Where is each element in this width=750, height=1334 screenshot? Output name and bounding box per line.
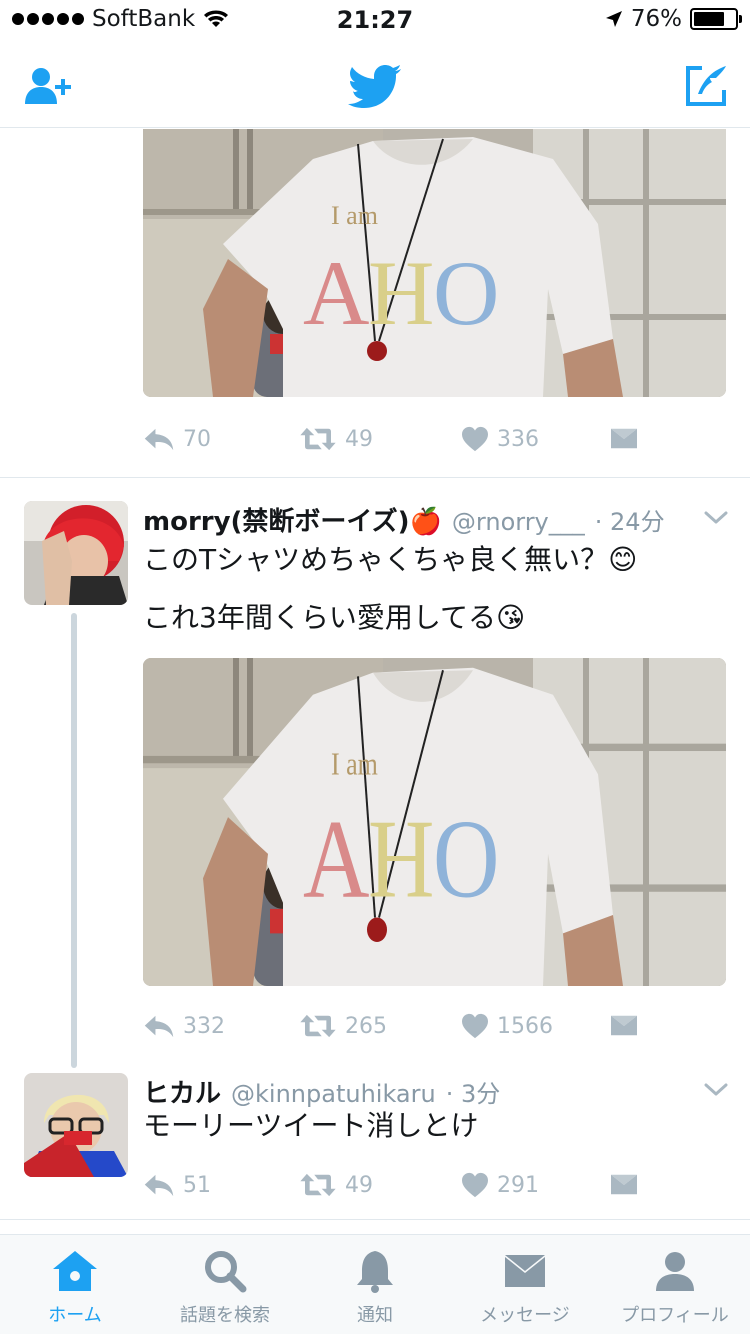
tab-search[interactable]: 話題を検索 — [150, 1235, 300, 1334]
tab-label: 通知 — [357, 1305, 393, 1326]
reply-count: 70 — [183, 426, 211, 452]
tweet-photo[interactable] — [143, 658, 726, 986]
battery-percent: 76% — [630, 6, 682, 32]
tweet-text: モーリーツイート消しとけ — [143, 1109, 479, 1142]
envelope-icon — [505, 1255, 545, 1287]
reply-count: 332 — [183, 1013, 225, 1039]
like-button[interactable]: 291 — [461, 1172, 539, 1198]
tab-label: 話題を検索 — [180, 1305, 270, 1326]
retweet-icon — [299, 1013, 337, 1039]
add-user-icon — [25, 68, 71, 104]
avatar[interactable] — [24, 1073, 128, 1177]
chevron-down-icon — [704, 511, 728, 525]
envelope-icon — [609, 1013, 639, 1039]
battery-icon — [690, 8, 742, 30]
avatar[interactable] — [24, 501, 128, 605]
retweet-count: 49 — [345, 426, 373, 452]
tab-home[interactable]: ホーム — [0, 1235, 150, 1334]
direct-message-button[interactable] — [609, 1172, 639, 1198]
tweet-divider — [0, 477, 750, 478]
envelope-icon — [609, 1172, 639, 1198]
reply-icon — [143, 1014, 175, 1039]
tweet-actions: 332 265 1566 — [143, 1006, 703, 1046]
tab-label: ホーム — [48, 1305, 102, 1326]
tab-label: プロフィール — [621, 1305, 729, 1326]
reply-icon — [143, 427, 175, 452]
twitter-bird-icon — [348, 65, 401, 108]
battery-fill — [694, 12, 725, 26]
retweet-button[interactable]: 49 — [299, 1172, 373, 1198]
reply-button[interactable]: 70 — [143, 427, 211, 452]
like-count: 1566 — [497, 1013, 553, 1039]
retweet-button[interactable]: 49 — [299, 426, 373, 452]
reply-icon — [143, 1173, 175, 1198]
status-right: 76% — [605, 6, 742, 32]
tweet-photo[interactable] — [143, 129, 726, 397]
tweet-actions: 70 49 336 — [143, 419, 703, 459]
retweet-count: 49 — [345, 1172, 373, 1198]
direct-message-button[interactable] — [609, 426, 639, 452]
like-count: 291 — [497, 1172, 539, 1198]
tweet-text-line: これ3年間くらい愛用してる😘 — [143, 601, 526, 634]
home-icon — [53, 1251, 97, 1291]
search-icon — [205, 1251, 247, 1293]
status-bar: SoftBank 21:27 76% — [0, 0, 750, 40]
envelope-icon — [609, 426, 639, 452]
retweet-button[interactable]: 265 — [299, 1013, 387, 1039]
reply-button[interactable]: 332 — [143, 1014, 225, 1039]
tweet-actions: 51 49 291 — [143, 1165, 703, 1205]
compose-tweet-icon — [686, 66, 726, 106]
top-nav-bar — [0, 40, 750, 128]
tweet-divider — [0, 1219, 750, 1220]
reply-button[interactable]: 51 — [143, 1173, 211, 1198]
heart-icon — [461, 426, 489, 452]
tweet-text-line: このTシャツめちゃくちゃ良く無い？😊 — [143, 543, 638, 576]
heart-icon — [461, 1172, 489, 1198]
reply-count: 51 — [183, 1172, 211, 1198]
compose-tweet-button[interactable] — [678, 58, 734, 114]
retweet-icon — [299, 426, 337, 452]
tab-label: メッセージ — [480, 1305, 570, 1326]
tab-messages[interactable]: メッセージ — [450, 1235, 600, 1334]
add-user-button[interactable] — [22, 58, 78, 114]
location-arrow-icon — [605, 11, 622, 27]
like-count: 336 — [497, 426, 539, 452]
home-timeline[interactable]: 70 49 336 morry(禁断ボーイズ)🍎 @rnorry___ · 24… — [0, 129, 750, 1234]
like-button[interactable]: 336 — [461, 426, 539, 452]
avatar-blond-hair-image — [24, 1073, 128, 1177]
bell-icon — [357, 1251, 393, 1293]
tweet-menu-button[interactable] — [704, 1082, 728, 1101]
person-icon — [656, 1252, 694, 1291]
chevron-down-icon — [704, 1083, 728, 1097]
twitter-home-logo[interactable] — [347, 58, 403, 114]
tab-profile[interactable]: プロフィール — [600, 1235, 750, 1334]
thread-connector-line — [71, 613, 77, 1068]
retweet-count: 265 — [345, 1013, 387, 1039]
tweet-menu-button[interactable] — [704, 510, 728, 529]
tshirt-photo-image — [143, 129, 726, 397]
like-button[interactable]: 1566 — [461, 1013, 553, 1039]
bottom-tab-bar: ホーム 話題を検索 通知 メッセージ プロフィール — [0, 1234, 750, 1334]
direct-message-button[interactable] — [609, 1013, 639, 1039]
avatar-red-hair-image — [24, 501, 128, 605]
tweet-text: このTシャツめちゃくちゃ良く無い？😊 これ3年間くらい愛用してる😘 — [143, 531, 637, 647]
heart-icon — [461, 1013, 489, 1039]
retweet-icon — [299, 1172, 337, 1198]
tab-notifications[interactable]: 通知 — [300, 1235, 450, 1334]
tshirt-photo-image — [143, 658, 726, 986]
